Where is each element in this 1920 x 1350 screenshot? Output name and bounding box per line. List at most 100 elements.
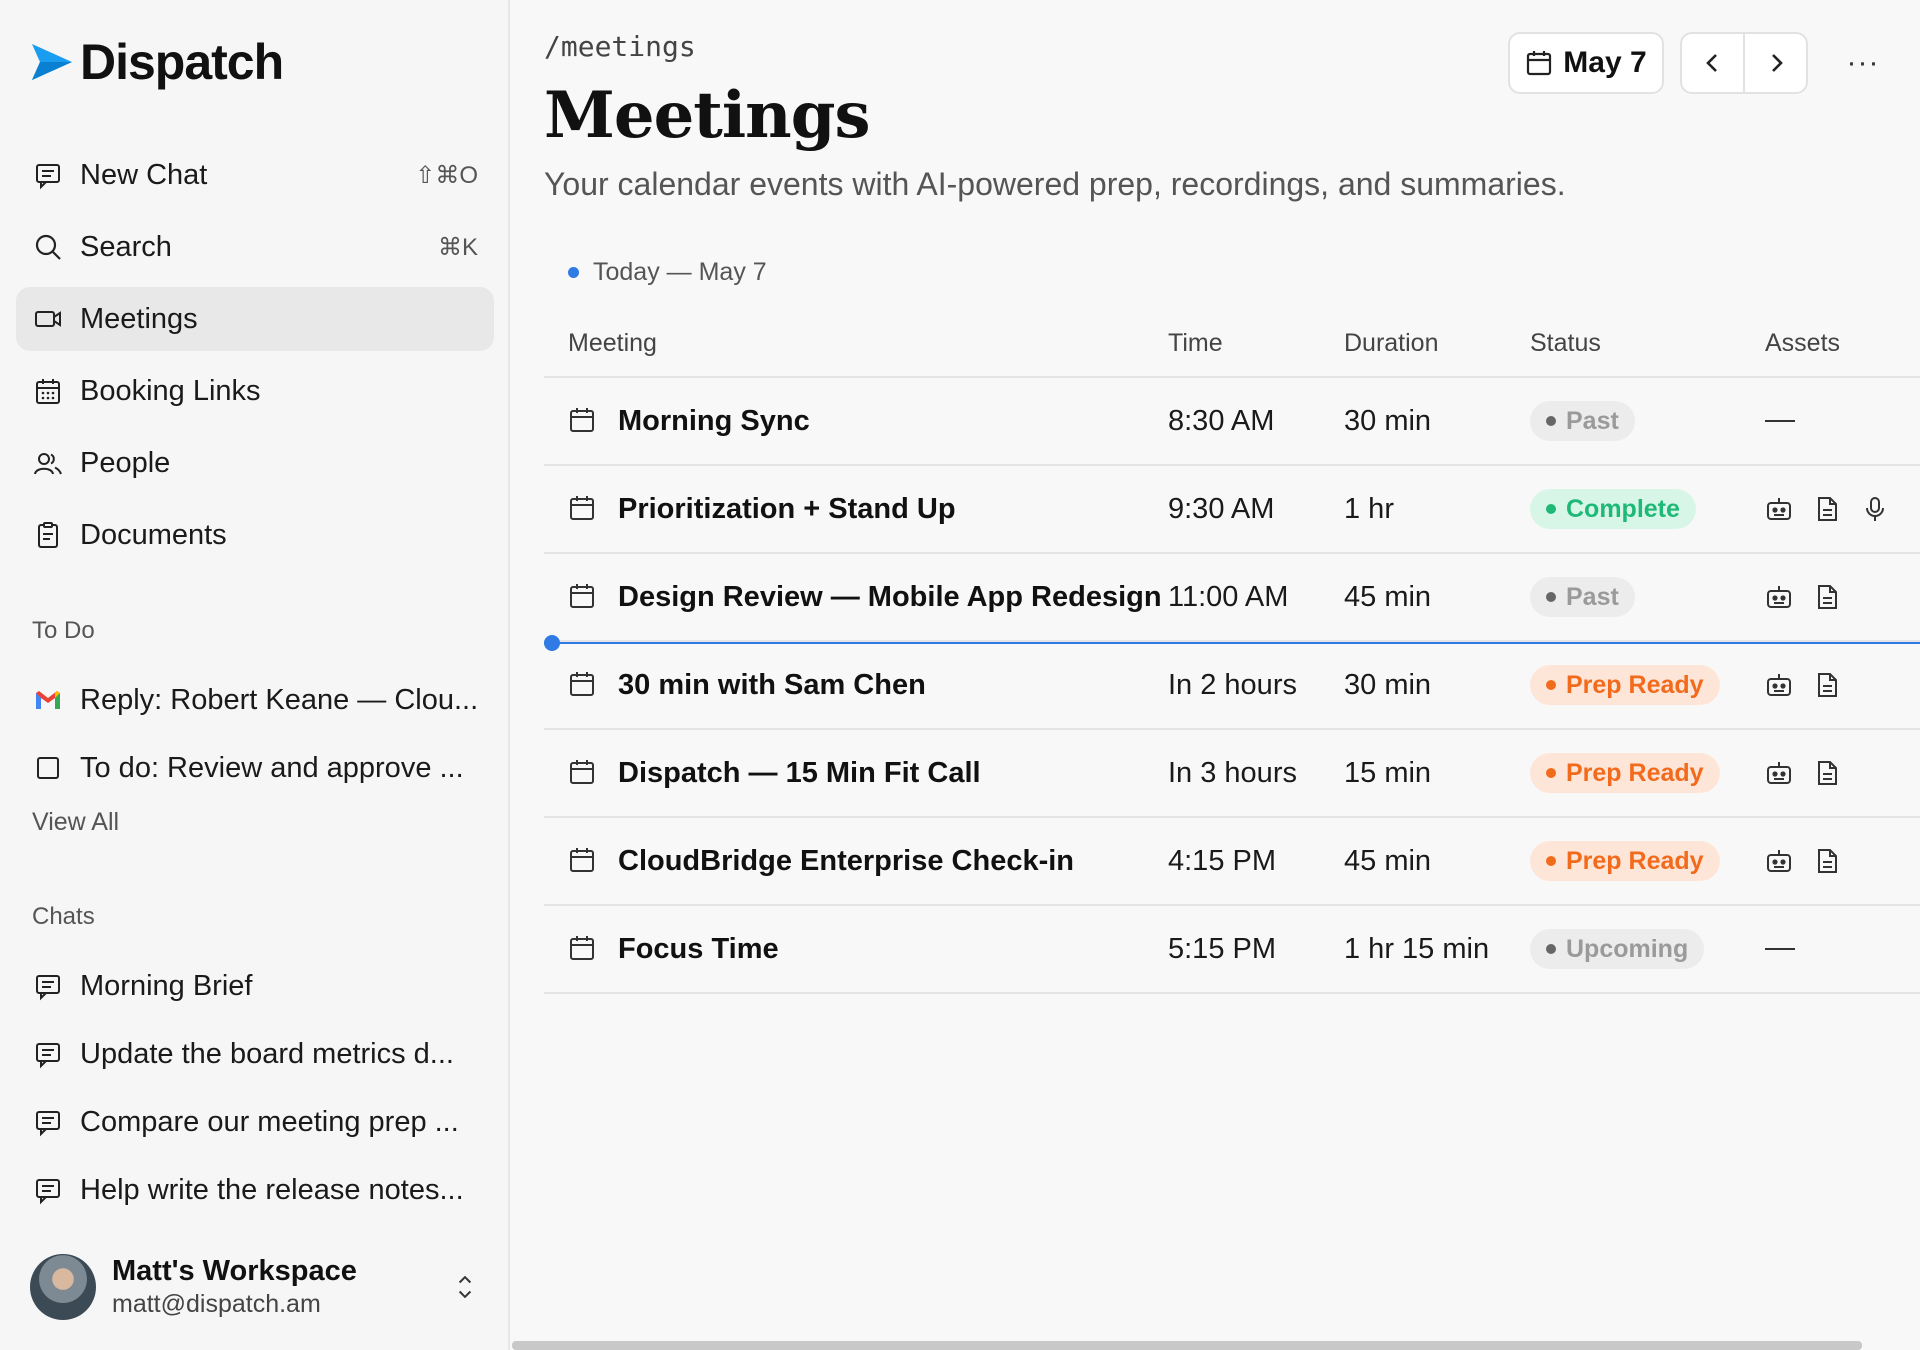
no-assets-dash	[1765, 420, 1795, 422]
assets-cell	[1765, 583, 1920, 611]
calendar-icon	[568, 406, 598, 436]
logo[interactable]: Dispatch	[30, 33, 284, 91]
meeting-time: 4:15 PM	[1168, 844, 1276, 877]
table-row[interactable]: Dispatch — 15 Min Fit Call In 3 hours 15 m…	[544, 730, 1920, 818]
date-navigation	[1680, 32, 1808, 94]
next-day-button[interactable]	[1743, 34, 1806, 92]
todo-section-label: To Do	[32, 617, 95, 644]
status-cell: Complete	[1530, 489, 1765, 529]
table-row[interactable]: Prioritization + Stand Up 9:30 AM 1 hr Comp…	[544, 466, 1920, 554]
page-subtitle: Your calendar events with AI-powered pre…	[544, 166, 1566, 202]
chat-item-label: Update the board metrics d...	[80, 1037, 454, 1070]
bot-icon[interactable]	[1765, 671, 1793, 699]
checkbox-icon[interactable]	[32, 752, 64, 784]
chat-icon	[32, 1106, 64, 1138]
todo-item[interactable]: Reply: Robert Keane — Clou...	[16, 666, 494, 734]
meeting-duration: 15 min	[1344, 756, 1432, 789]
status-label: Prep Ready	[1566, 846, 1704, 875]
horizontal-scrollbar[interactable]	[512, 1341, 1862, 1350]
date-picker-button[interactable]: May 7	[1508, 32, 1664, 94]
chat-item[interactable]: Morning Brief	[16, 952, 494, 1020]
meeting-time: 9:30 AM	[1168, 492, 1275, 525]
meeting-cell: Focus Time	[544, 933, 1164, 966]
doc-icon[interactable]	[1813, 495, 1841, 523]
calendar-icon	[568, 582, 598, 612]
todo-item[interactable]: To do: Review and approve ...	[16, 734, 494, 802]
nav-documents[interactable]: Documents	[16, 503, 494, 567]
bot-icon[interactable]	[1765, 495, 1793, 523]
chat-icon	[32, 1038, 64, 1070]
meeting-cell: Design Review — Mobile App Redesign	[544, 581, 1164, 614]
status-badge: Prep Ready	[1530, 753, 1720, 793]
column-header-status[interactable]: Status	[1530, 329, 1765, 358]
bot-icon[interactable]	[1765, 847, 1793, 875]
doc-icon[interactable]	[1813, 759, 1841, 787]
calendar-icon	[568, 670, 598, 700]
nav-booking-links[interactable]: Booking Links	[16, 359, 494, 423]
meeting-title[interactable]: Design Review — Mobile App Redesign	[618, 581, 1162, 614]
calendar-icon	[1527, 51, 1552, 76]
meeting-cell: Dispatch — 15 Min Fit Call	[544, 757, 1164, 790]
nav-search[interactable]: Search ⌘K	[16, 215, 494, 279]
chat-item-label: Help write the release notes...	[80, 1173, 464, 1206]
chats-section-label: Chats	[32, 903, 95, 930]
meeting-title[interactable]: Dispatch — 15 Min Fit Call	[618, 757, 981, 790]
status-dot-icon	[1546, 768, 1556, 778]
column-header-meeting[interactable]: Meeting	[544, 329, 1164, 358]
nav-label: People	[80, 446, 171, 479]
status-cell: Prep Ready	[1530, 665, 1765, 705]
meeting-title[interactable]: 30 min with Sam Chen	[618, 669, 926, 702]
table-row[interactable]: Design Review — Mobile App Redesign 11:00…	[544, 554, 1920, 642]
more-options-button[interactable]: ···	[1838, 40, 1888, 86]
chat-item[interactable]: Update the board metrics d...	[16, 1020, 494, 1088]
table-row[interactable]: CloudBridge Enterprise Check-in 4:15 PM 45…	[544, 818, 1920, 906]
chat-item[interactable]: Compare our meeting prep ...	[16, 1088, 494, 1156]
calendar-icon	[568, 494, 598, 524]
meeting-time: 5:15 PM	[1168, 932, 1276, 965]
current-time-dot	[544, 635, 560, 651]
bot-icon[interactable]	[1765, 759, 1793, 787]
search-icon	[32, 231, 64, 263]
meeting-title[interactable]: Focus Time	[618, 933, 779, 966]
meeting-title[interactable]: CloudBridge Enterprise Check-in	[618, 845, 1074, 878]
status-label: Complete	[1566, 494, 1680, 523]
doc-icon[interactable]	[1813, 671, 1841, 699]
status-label: Past	[1566, 582, 1619, 611]
mic-icon[interactable]	[1861, 495, 1889, 523]
app-name: Dispatch	[80, 34, 284, 90]
nav-meetings[interactable]: Meetings	[16, 287, 494, 351]
workspace-switcher[interactable]: Matt's Workspace matt@dispatch.am	[30, 1252, 480, 1322]
view-all-link[interactable]: View All	[32, 808, 119, 837]
column-header-duration[interactable]: Duration	[1344, 329, 1530, 358]
previous-day-button[interactable]	[1682, 34, 1743, 92]
column-header-assets: Assets	[1765, 328, 1841, 357]
meeting-time: 8:30 AM	[1168, 404, 1275, 437]
avatar	[30, 1254, 96, 1320]
meeting-title[interactable]: Prioritization + Stand Up	[618, 493, 956, 526]
shortcut-hint: ⌘K	[437, 233, 478, 261]
people-icon	[32, 447, 64, 479]
nav-label: Search	[80, 230, 172, 263]
table-row[interactable]: Morning Sync 8:30 AM 30 min Past	[544, 378, 1920, 466]
bot-icon[interactable]	[1765, 583, 1793, 611]
date-label: May 7	[1563, 46, 1647, 79]
nav-people[interactable]: People	[16, 431, 494, 495]
status-dot-icon	[1546, 416, 1556, 426]
nav-new-chat[interactable]: New Chat ⇧⌘O	[16, 143, 494, 207]
doc-icon[interactable]	[1813, 583, 1841, 611]
chat-icon	[32, 159, 64, 191]
column-header-time[interactable]: Time	[1164, 329, 1344, 358]
status-badge: Past	[1530, 577, 1635, 617]
table-row[interactable]: 30 min with Sam Chen In 2 hours 30 min Prep…	[544, 635, 1920, 730]
table-body: Morning Sync 8:30 AM 30 min Past Prioritizat…	[544, 378, 1920, 994]
route-path: /meetings	[544, 30, 696, 63]
meeting-title[interactable]: Morning Sync	[618, 405, 810, 438]
document-icon	[32, 519, 64, 551]
chevron-up-down-icon[interactable]	[450, 1267, 480, 1307]
doc-icon[interactable]	[1813, 847, 1841, 875]
table-row[interactable]: Focus Time 5:15 PM 1 hr 15 min Upcoming	[544, 906, 1920, 994]
chat-item[interactable]: Help write the release notes...	[16, 1156, 494, 1224]
chat-icon	[32, 1174, 64, 1206]
nav-label: Booking Links	[80, 374, 261, 407]
calendar-icon	[568, 758, 598, 788]
